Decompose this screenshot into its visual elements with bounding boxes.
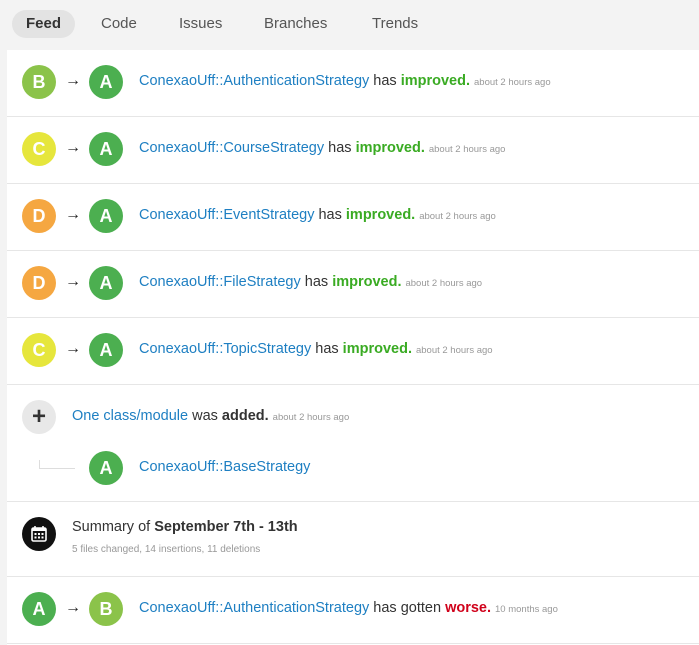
added-link[interactable]: One class/module bbox=[72, 408, 188, 424]
summary-prefix: Summary of bbox=[72, 519, 151, 535]
grade-badge-from: A bbox=[22, 592, 56, 626]
timestamp: about 2 hours ago bbox=[415, 345, 493, 356]
summary-stats: 5 files changed, 14 insertions, 11 delet… bbox=[72, 544, 261, 555]
grade-badge-to: A bbox=[89, 65, 123, 99]
tab-issues[interactable]: Issues bbox=[165, 10, 236, 38]
grade-badge-to: A bbox=[89, 333, 123, 367]
timestamp: about 2 hours ago bbox=[419, 211, 496, 222]
timestamp: about 2 hours ago bbox=[474, 77, 551, 88]
added-text: One class/module was added. about 2 hours… bbox=[72, 408, 349, 424]
feed-item-text: ConexaoUff::AuthenticationStrategy has i… bbox=[139, 73, 551, 89]
grade-badge-from: C bbox=[22, 333, 56, 367]
arrow-icon: → bbox=[65, 72, 81, 89]
arrow-icon: → bbox=[65, 340, 81, 357]
class-link[interactable]: ConexaoUff::TopicStrategy bbox=[139, 341, 311, 357]
status-improved: improved. bbox=[400, 73, 471, 89]
class-link[interactable]: ConexaoUff::CourseStrategy bbox=[139, 140, 324, 156]
arrow-icon: → bbox=[65, 273, 81, 290]
timestamp: 10 months ago bbox=[495, 604, 558, 615]
feed-item: B → A ConexaoUff::AuthenticationStrategy… bbox=[7, 50, 699, 117]
feed-item-text: ConexaoUff::AuthenticationStrategy has g… bbox=[139, 600, 558, 616]
summary-range: September 7th - 13th bbox=[154, 519, 298, 535]
verb-text: has bbox=[328, 140, 352, 156]
tab-trends[interactable]: Trends bbox=[358, 10, 432, 38]
class-link[interactable]: ConexaoUff::FileStrategy bbox=[139, 274, 301, 290]
tab-bar: Feed Code Issues Branches Trends bbox=[0, 0, 699, 50]
feed-item-text: ConexaoUff::FileStrategy has improved. ab… bbox=[139, 274, 482, 290]
child-text: ConexaoUff::BaseStrategy bbox=[139, 459, 310, 475]
verb-text: has bbox=[315, 341, 339, 357]
feed-item: D → A ConexaoUff::EventStrategy has impr… bbox=[7, 184, 699, 251]
grade-badge-from: C bbox=[22, 132, 56, 166]
grade-badge-to: A bbox=[89, 199, 123, 233]
arrow-icon: → bbox=[65, 599, 81, 616]
arrow-icon: → bbox=[65, 139, 81, 156]
added-strong: added. bbox=[221, 408, 269, 424]
grade-badge-from: D bbox=[22, 266, 56, 300]
status-improved: improved. bbox=[342, 341, 412, 357]
timestamp: about 2 hours ago bbox=[428, 144, 506, 155]
class-link[interactable]: ConexaoUff::AuthenticationStrategy bbox=[139, 600, 369, 616]
grade-badge-to: A bbox=[89, 132, 123, 166]
feed-item: A → B ConexaoUff::AuthenticationStrategy… bbox=[7, 577, 699, 644]
calendar-icon bbox=[22, 517, 56, 551]
summary-title: Summary of September 7th - 13th bbox=[72, 519, 298, 535]
tab-feed[interactable]: Feed bbox=[12, 10, 76, 38]
feed-item-text: ConexaoUff::CourseStrategy has improved.… bbox=[139, 140, 505, 156]
feed-item-added: + One class/module was added. about 2 hou… bbox=[7, 385, 699, 502]
timestamp: about 2 hours ago bbox=[272, 412, 350, 423]
verb-text: has bbox=[318, 207, 342, 223]
verb-text: has gotten bbox=[373, 600, 442, 616]
feed-item-text: ConexaoUff::EventStrategy has improved. a… bbox=[139, 207, 496, 223]
class-link[interactable]: ConexaoUff::BaseStrategy bbox=[139, 459, 310, 475]
feed-item: C → A ConexaoUff::TopicStrategy has impr… bbox=[7, 318, 699, 385]
activity-feed: B → A ConexaoUff::AuthenticationStrategy… bbox=[7, 50, 699, 645]
class-link[interactable]: ConexaoUff::EventStrategy bbox=[139, 207, 314, 223]
grade-badge: A bbox=[89, 451, 123, 485]
grade-badge-to: B bbox=[89, 592, 123, 626]
summary-item: Summary of September 7th - 13th 5 files … bbox=[7, 502, 699, 577]
grade-badge-to: A bbox=[89, 266, 123, 300]
verb-text: has bbox=[304, 274, 329, 290]
feed-item: C → A ConexaoUff::CourseStrategy has imp… bbox=[7, 117, 699, 184]
arrow-icon: → bbox=[65, 206, 81, 223]
grade-badge-from: B bbox=[22, 65, 56, 99]
status-improved: improved. bbox=[332, 274, 402, 290]
status-worse: worse. bbox=[445, 600, 492, 616]
tab-code[interactable]: Code bbox=[87, 10, 151, 38]
feed-item-text: ConexaoUff::TopicStrategy has improved. a… bbox=[139, 341, 493, 357]
timestamp: about 2 hours ago bbox=[405, 278, 483, 289]
added-verb: was bbox=[192, 408, 218, 424]
status-improved: improved. bbox=[345, 207, 416, 223]
feed-item: D → A ConexaoUff::FileStrategy has impro… bbox=[7, 251, 699, 318]
tree-connector bbox=[39, 460, 75, 469]
class-link[interactable]: ConexaoUff::AuthenticationStrategy bbox=[139, 73, 369, 89]
tab-branches[interactable]: Branches bbox=[250, 10, 341, 38]
plus-icon: + bbox=[22, 400, 56, 434]
status-improved: improved. bbox=[355, 140, 425, 156]
grade-badge-from: D bbox=[22, 199, 56, 233]
verb-text: has bbox=[373, 73, 397, 89]
